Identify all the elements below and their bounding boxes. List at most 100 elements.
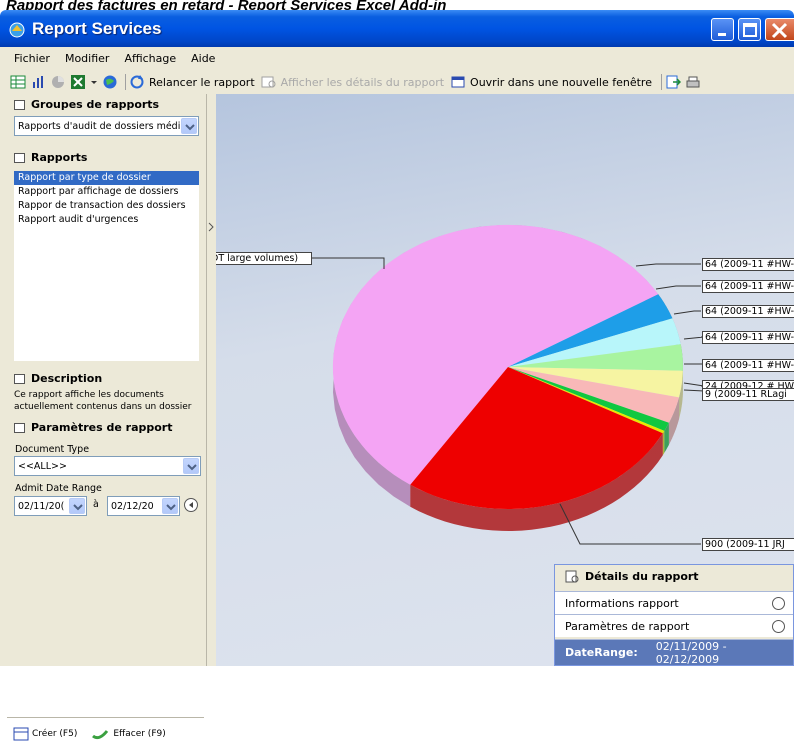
description-text: Ce rapport affiche les documents actuell… <box>14 390 192 412</box>
toolbar: Relancer le rapport Afficher les détails… <box>0 70 794 94</box>
report-details-panel: Détails du rapport Informations rapport … <box>554 564 794 666</box>
close-button[interactable] <box>765 18 794 41</box>
expand-icon[interactable] <box>772 596 785 610</box>
report-groups-heading: Groupes de rapports <box>14 98 159 111</box>
data-label: 9 (2009-11 RLagi <box>702 388 794 401</box>
export-icon[interactable] <box>665 74 682 90</box>
app-icon <box>9 22 25 38</box>
document-type-value: <<ALL>> <box>18 460 67 472</box>
callout-line <box>683 389 705 392</box>
pie-chart-icon[interactable] <box>50 74 66 90</box>
data-label: 64 (2009-11 #HW- <box>702 359 794 372</box>
report-params-row[interactable]: Paramètres de rapport <box>555 614 793 637</box>
description-title: Description <box>31 372 103 385</box>
table-icon[interactable] <box>10 74 26 90</box>
parameters-icon <box>14 422 25 433</box>
collapse-icon[interactable] <box>772 619 785 633</box>
date-range-row: DateRange: 02/11/2009 - 02/12/2009 <box>555 639 793 666</box>
date-from-select[interactable]: 02/11/20( <box>14 496 87 516</box>
create-label: Créer (F5) <box>32 728 78 739</box>
show-details-button[interactable]: Afficher les détails du rapport <box>261 74 444 90</box>
chevron-down-icon[interactable] <box>183 458 199 474</box>
reports-list: Rapport par type de dossier Rapport par … <box>14 171 199 361</box>
open-new-window-label: Ouvrir dans une nouvelle fenêtre <box>470 75 652 89</box>
report-groups-title: Groupes de rapports <box>31 98 160 111</box>
details-panel-header[interactable]: Détails du rapport <box>555 565 793 588</box>
excel-icon[interactable] <box>70 74 86 90</box>
reports-title: Rapports <box>31 151 88 164</box>
details-panel-title: Détails du rapport <box>585 570 699 583</box>
data-label: DT large volumes) <box>216 252 312 265</box>
clear-label: Effacer (F9) <box>113 728 166 739</box>
clear-button[interactable]: Effacer (F9) <box>91 727 166 741</box>
document-type-select[interactable]: <<ALL>> <box>14 456 201 476</box>
magnifier-icon <box>565 570 579 582</box>
chevron-down-icon[interactable] <box>162 498 178 514</box>
title-bar: Report Services <box>0 10 794 47</box>
collapse-handle-icon <box>208 222 214 232</box>
data-label: 64 (2009-11 #HW- <box>702 280 794 293</box>
report-groups-value: Rapports d'audit de dossiers médi <box>18 120 181 132</box>
callout-line <box>311 257 385 269</box>
chevron-down-icon[interactable] <box>181 118 197 134</box>
callout-line <box>635 263 701 267</box>
date-navigate-button[interactable] <box>184 498 198 512</box>
panel-splitter[interactable] <box>207 94 216 666</box>
minimize-button[interactable] <box>711 18 734 41</box>
chevron-down-icon[interactable] <box>69 498 85 514</box>
menu-aide[interactable]: Aide <box>191 52 215 65</box>
menu-bar: Fichier Modifier Affichage Aide <box>0 47 794 70</box>
chevron-left-icon <box>189 502 193 508</box>
open-new-window-button[interactable]: Ouvrir dans une nouvelle fenêtre <box>450 74 652 90</box>
report-groups-select[interactable]: Rapports d'audit de dossiers médi <box>14 116 199 136</box>
report-params-label: Paramètres de rapport <box>565 619 690 633</box>
report-info-label: Informations rapport <box>565 596 679 610</box>
date-separator: à <box>93 499 99 510</box>
reports-icon <box>14 152 25 163</box>
date-to-value: 02/12/20 <box>111 500 154 512</box>
create-button[interactable]: Créer (F5) <box>13 727 77 741</box>
list-item[interactable]: Rapport par affichage de dossiers <box>14 185 199 199</box>
bar-chart-icon[interactable] <box>30 74 46 90</box>
document-type-label: Document Type <box>15 444 90 455</box>
refresh-icon <box>129 74 145 90</box>
action-bar: Créer (F5) Effacer (F9) <box>7 717 204 749</box>
date-to-select[interactable]: 02/12/20 <box>107 496 180 516</box>
new-window-icon <box>450 74 466 90</box>
toolbar-separator <box>125 74 126 90</box>
details-icon <box>261 74 277 90</box>
data-label: 900 (2009-11 JRJ <box>702 538 794 551</box>
groups-icon <box>14 99 25 110</box>
menu-fichier[interactable]: Fichier <box>14 52 50 65</box>
window-title: Report Services <box>32 19 162 38</box>
description-heading: Description <box>14 372 102 385</box>
menu-modifier[interactable]: Modifier <box>65 52 109 65</box>
maximize-button[interactable] <box>738 18 761 41</box>
callout-line <box>655 285 701 290</box>
clear-icon <box>92 729 109 739</box>
data-label: 64 (2009-11 #HW- <box>702 258 794 271</box>
dropdown-arrow-icon[interactable] <box>90 74 98 90</box>
pie-slice-side <box>662 430 665 456</box>
date-from-value: 02/11/20( <box>18 500 65 512</box>
list-item[interactable]: Rapport audit d'urgences <box>14 213 199 227</box>
create-icon <box>13 727 29 740</box>
parameters-title: Paramètres de rapport <box>31 421 173 434</box>
globe-icon[interactable] <box>102 74 118 90</box>
show-details-label: Afficher les détails du rapport <box>280 75 445 89</box>
print-icon[interactable] <box>685 74 701 90</box>
rerun-report-button[interactable]: Relancer le rapport <box>129 74 255 90</box>
description-icon <box>14 373 25 384</box>
toolbar-separator-2 <box>660 74 662 90</box>
callout-line <box>683 336 705 340</box>
report-info-row[interactable]: Informations rapport <box>555 591 793 614</box>
rerun-report-label: Relancer le rapport <box>149 75 255 89</box>
menu-affichage[interactable]: Affichage <box>124 52 176 65</box>
callout-line <box>683 382 705 387</box>
parameters-heading: Paramètres de rapport <box>14 421 172 434</box>
daterange-value: 02/11/2009 - 02/12/2009 <box>655 639 727 666</box>
list-item[interactable]: Rappor de transaction des dossiers <box>14 199 199 213</box>
list-item[interactable]: Rapport par type de dossier <box>14 171 199 185</box>
date-range-label: Admit Date Range <box>15 483 102 494</box>
callout-line <box>673 310 701 315</box>
